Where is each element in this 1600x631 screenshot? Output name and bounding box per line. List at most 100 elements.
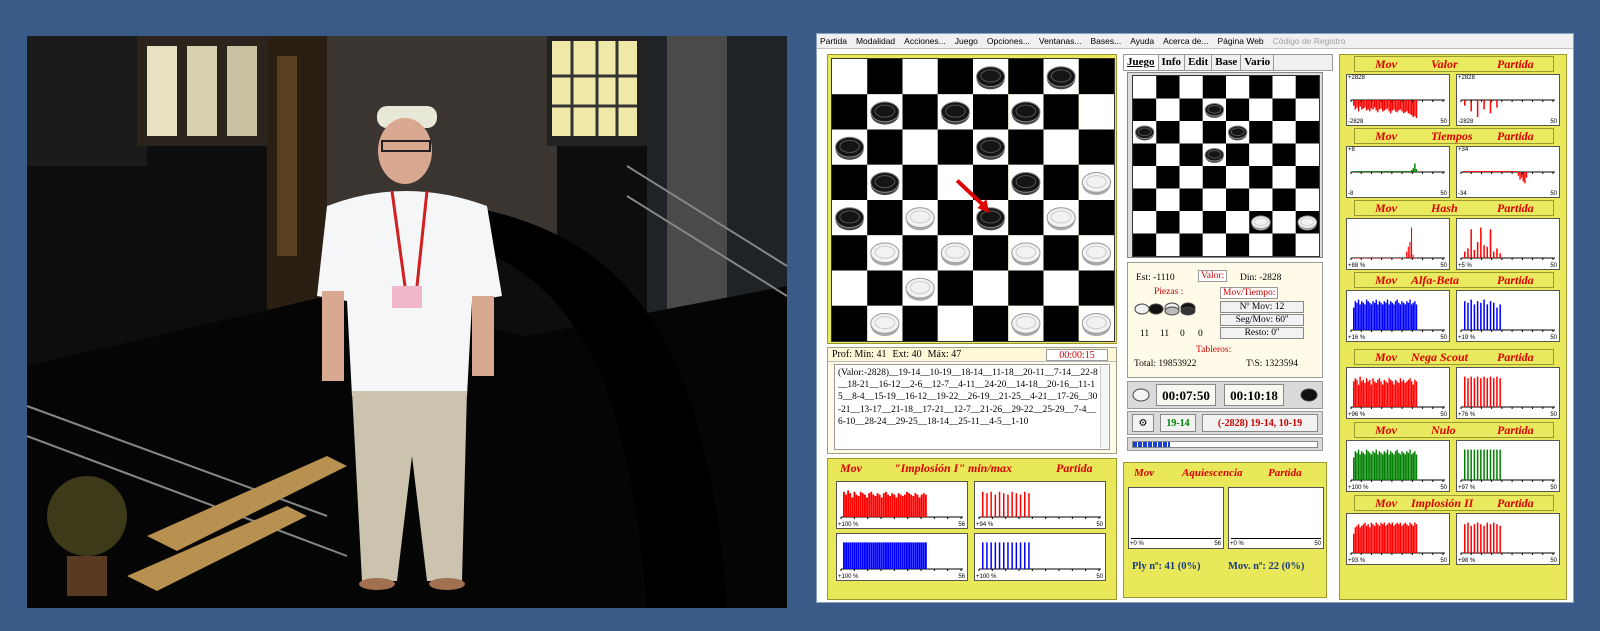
stat-graph-5-0-bar — [1357, 449, 1360, 480]
stat-graph-3-0-bar — [1356, 302, 1358, 330]
pv-scrollbar[interactable] — [1100, 366, 1108, 448]
ply-status: Ply nº: 41 (0%) — [1132, 561, 1201, 572]
best-line-button[interactable]: (-2828) 19-14, 10-19 — [1202, 414, 1318, 432]
menu-item-2[interactable]: Acciones... — [904, 36, 946, 46]
stat-graph-2-0-label-high: 50 — [1440, 263, 1447, 269]
menu-item-0[interactable]: Partida — [820, 36, 847, 46]
stat-graph-3-0-label-low: +16 % — [1348, 335, 1366, 341]
stat-graph-0-0-bar — [1412, 100, 1414, 118]
stat-graph-1-0-bar — [1412, 168, 1414, 172]
main-board-piece-white — [940, 242, 970, 266]
main-board-square — [867, 200, 903, 236]
stat-graph-6-0-bar — [1412, 525, 1414, 554]
stat-graph-4-0-bar — [1406, 381, 1408, 407]
tab-info[interactable]: Info — [1159, 55, 1186, 70]
tab-base[interactable]: Base — [1212, 55, 1242, 70]
stat-graph-1-1-bar — [1498, 171, 1500, 172]
stat-graph-1-0-bar — [1402, 171, 1405, 172]
tab-vario[interactable]: Vario — [1241, 55, 1275, 70]
implosion-graph-3-bar — [1003, 542, 1005, 569]
menu-item-3[interactable]: Juego — [955, 36, 978, 46]
stat-graph-3-0-bar — [1402, 302, 1405, 330]
stat-graph-6-0-bar — [1394, 524, 1397, 554]
implosion-graph-0-bar — [847, 490, 850, 517]
stat-graph-1-1-bar — [1516, 171, 1518, 172]
game-info-panel: Est: -1110 Valor: Din: -2828 Piezas : Mo… — [1127, 262, 1323, 378]
stat-graph-6-0-bar — [1404, 522, 1406, 554]
stat-graph-2-0-bar — [1412, 254, 1414, 258]
menu-item-4[interactable]: Opciones... — [987, 36, 1030, 46]
depth-ext: Ext: 40 — [892, 349, 922, 360]
implosion-graph-2-bar — [918, 542, 921, 569]
stat-graph-1-1-bar — [1517, 172, 1520, 176]
implosion-graph-2-bar — [876, 542, 879, 569]
stat-graph-5-0-bar — [1380, 452, 1382, 480]
stat-graph-1-1-bar — [1471, 171, 1473, 172]
mini-board-square — [1226, 98, 1250, 121]
stat-graph-3-0-bar — [1380, 302, 1382, 330]
menu-item-5[interactable]: Ventanas... — [1039, 36, 1082, 46]
mini-board-square — [1156, 188, 1180, 211]
stat-graph-5-0-bar — [1390, 451, 1392, 480]
stat-graph-6-1-bar — [1499, 525, 1501, 554]
mini-board[interactable] — [1132, 75, 1320, 257]
stat-graph-5-0-bar — [1364, 454, 1366, 480]
implosion-graph-3-bar — [990, 542, 992, 569]
implosion-graph-2-bar — [889, 542, 892, 569]
stat-graph-3-0-bar — [1361, 301, 1363, 330]
stat-graph-2-0-bar — [1394, 258, 1396, 259]
menu-item-9[interactable]: Página Web — [1218, 36, 1264, 46]
mini-board-square — [1179, 76, 1203, 99]
settings-gear-icon[interactable]: ⚙ — [1132, 414, 1154, 432]
stat-graph-6-1-bar — [1467, 522, 1469, 554]
stat-graph-4-0-label-high: 50 — [1440, 411, 1447, 418]
stat-graph-4-1-bar — [1492, 377, 1495, 407]
stat-graph-0-0-bar — [1367, 100, 1369, 110]
menu-item-8[interactable]: Acerca de... — [1163, 36, 1208, 46]
stat-graph-3-1-bar — [1480, 302, 1482, 330]
stat-graph-4-1-bar — [1483, 376, 1485, 407]
implosion-graph-3-bar — [998, 542, 1001, 569]
current-move-button[interactable]: 19-14 — [1160, 414, 1196, 432]
stat-graph-2-0-bar — [1364, 258, 1366, 259]
stat-graph-1-0-bar — [1377, 171, 1379, 172]
menu-item-7[interactable]: Ayuda — [1130, 36, 1154, 46]
stat-graph-6-0-bar — [1388, 522, 1390, 554]
main-board-piece-black — [1011, 172, 1041, 196]
stat-graph-2-0-bar — [1378, 258, 1380, 259]
stat-graph-6-0-bar — [1383, 522, 1385, 554]
stat-graph-1-0-bar — [1359, 171, 1361, 172]
tab-juego[interactable]: Juego — [1124, 55, 1159, 70]
stat-graph-2-1-bar — [1483, 245, 1485, 258]
stat-graph-4-0-bar — [1383, 379, 1385, 407]
mini-board-square — [1272, 233, 1296, 256]
menu-item-6[interactable]: Bases... — [1090, 36, 1121, 46]
stat-graph-4-0-bar — [1398, 382, 1400, 407]
mini-board-square — [1272, 76, 1296, 99]
implosion-graph-2-bar — [899, 542, 902, 569]
stat-graph-0-0-label-high: 50 — [1440, 119, 1447, 125]
stat-graph-1-0-bar — [1353, 171, 1355, 172]
stat-graph-1-1-bar — [1524, 172, 1526, 184]
stat-graph-0-0-bar — [1381, 100, 1384, 112]
stat-graph-1-0-bar — [1415, 169, 1418, 172]
implosion-title-partida: Partida — [1056, 461, 1093, 475]
tab-edit[interactable]: Edit — [1185, 55, 1213, 70]
stat-graph-4-0-bar — [1414, 379, 1416, 407]
menu-item-1[interactable]: Modalidad — [856, 36, 895, 46]
stat-graph-3-0-bar — [1378, 301, 1381, 330]
resto-field: Resto: 0'' — [1220, 327, 1304, 339]
main-board-square — [832, 305, 868, 341]
stat-graph-3-0-bar — [1393, 304, 1395, 330]
main-board-piece-black — [870, 172, 900, 196]
mini-board-panel — [1127, 72, 1323, 258]
stat-graph-0-1-label-top: +2828 — [1458, 75, 1475, 81]
main-board[interactable] — [831, 58, 1115, 342]
stat-graph-4-0-bar — [1409, 377, 1411, 407]
stat-graph-6-0-bar — [1353, 533, 1355, 554]
principal-variation-text[interactable]: (Valor:-2828)__19-14__10-19__18-14__11-1… — [834, 364, 1110, 450]
stat-graph-6-0-bar — [1409, 522, 1411, 554]
stat-graph-4-0-bar — [1380, 381, 1382, 407]
stat-graph-5-1-bar — [1476, 449, 1479, 480]
stat-graph-5-0-bar — [1385, 452, 1387, 480]
